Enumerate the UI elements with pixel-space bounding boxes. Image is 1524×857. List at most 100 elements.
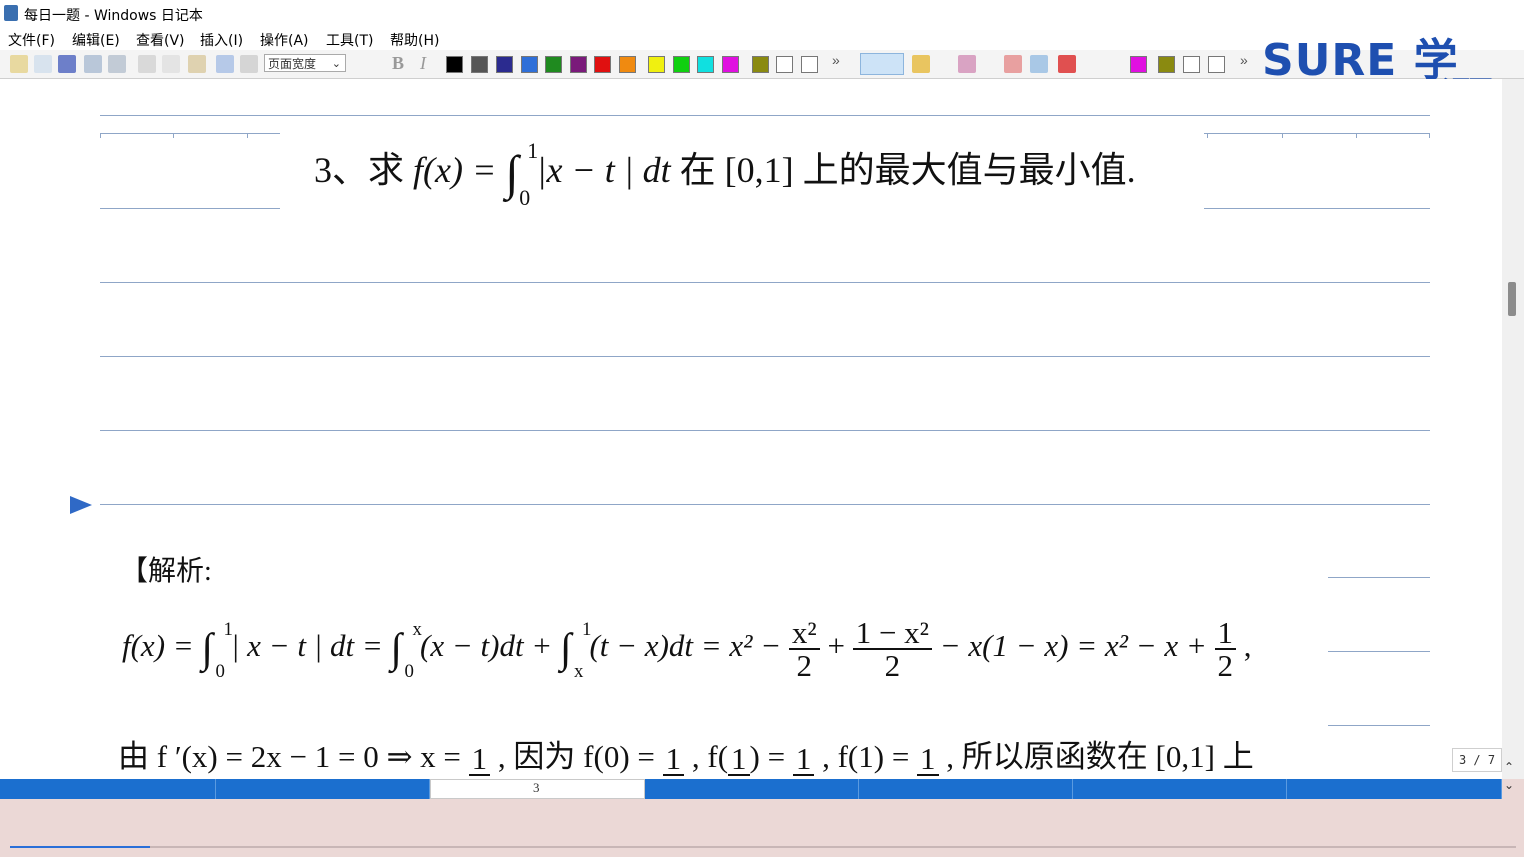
page-tab[interactable] (0, 779, 216, 799)
lasso-icon[interactable] (1004, 55, 1022, 73)
pen-color-swatch[interactable] (1208, 56, 1225, 73)
color-swatch[interactable] (673, 56, 690, 73)
fraction: x² 2 (788, 617, 820, 681)
ruled-line (100, 115, 1430, 116)
fraction: 1 − x² 2 (852, 615, 932, 681)
insert-space-icon[interactable] (1030, 55, 1048, 73)
eraser-icon[interactable] (958, 55, 976, 73)
fraction-denominator: 2 (1214, 648, 1237, 681)
pen-color-swatch[interactable] (1130, 56, 1147, 73)
ruled-tick (1429, 133, 1430, 138)
color-swatch[interactable] (776, 56, 793, 73)
chevron-down-icon: ⌄ (331, 57, 341, 70)
page-tab[interactable] (859, 779, 1073, 799)
zoom-select[interactable]: 页面宽度 ⌄ (264, 54, 346, 72)
ruled-line (1204, 208, 1430, 209)
save-icon[interactable] (58, 55, 76, 73)
pen-tool-button[interactable] (860, 53, 904, 75)
question-integrand: |x − t | dt (536, 150, 671, 190)
color-swatch[interactable] (801, 56, 818, 73)
page-tab[interactable] (1073, 779, 1287, 799)
fraction: 1 (468, 741, 491, 777)
s2-t1: 由 f ′(x) = 2x − 1 = 0 ⇒ x = (118, 739, 469, 774)
s2-t5: , f(1) = (814, 739, 918, 774)
s2-t6: , 所以原函数在 [0,1] 上 (938, 739, 1254, 774)
previous-page-icon[interactable]: ⌃ (1504, 760, 1514, 774)
integral-sign: ∫ 1 x (559, 619, 592, 683)
bold-button[interactable]: B (392, 53, 404, 74)
menu-insert[interactable]: 插入(I) (200, 30, 243, 50)
note-canvas[interactable]: 3、求 f(x) = ∫ 1 0 |x − t | dt 在 [0,1] 上的最大值与… (0, 79, 1502, 779)
color-swatch[interactable] (722, 56, 739, 73)
solution-line-1: f(x) = ∫ 1 0 | x − t | dt = ∫ x 0 (x − t)dt + … (122, 615, 1252, 683)
find-icon[interactable] (108, 55, 126, 73)
toolbar-overflow-button[interactable]: » (832, 52, 840, 68)
s2-t4: ) = (749, 739, 793, 774)
fraction-numerator: 1 (795, 741, 812, 777)
fraction-numerator: 1 (665, 741, 682, 777)
color-swatch[interactable] (446, 56, 463, 73)
ruled-tick (247, 133, 248, 138)
fraction-numerator: 1 (1217, 615, 1234, 650)
s1-int1-body: | x − t | dt = (230, 628, 391, 664)
page-tab-current[interactable]: 3 (430, 779, 645, 799)
highlighter-icon[interactable] (912, 55, 930, 73)
ruled-tick (100, 133, 101, 138)
fraction-numerator: 1 (471, 741, 488, 777)
ruled-line (1328, 577, 1430, 578)
color-swatch[interactable] (496, 56, 513, 73)
menu-edit[interactable]: 编辑(E) (72, 30, 120, 50)
pen-color-swatch[interactable] (1183, 56, 1200, 73)
menu-tools[interactable]: 工具(T) (326, 30, 373, 50)
fraction-denominator: 2 (788, 648, 820, 681)
menu-file[interactable]: 文件(F) (8, 30, 55, 50)
ruled-line (100, 282, 1430, 283)
page-tab[interactable] (216, 779, 430, 799)
color-swatch[interactable] (594, 56, 611, 73)
italic-button[interactable]: I (420, 53, 426, 74)
color-swatch[interactable] (471, 56, 488, 73)
color-swatch[interactable] (752, 56, 769, 73)
scrollbar-thumb[interactable] (1508, 282, 1516, 316)
flag-icon[interactable] (1058, 55, 1076, 73)
undo-icon[interactable] (216, 55, 234, 73)
new-note-icon[interactable] (34, 55, 52, 73)
paste-icon[interactable] (188, 55, 206, 73)
s1-lhs: f(x) = (122, 628, 202, 664)
video-progress-fill (10, 846, 150, 848)
next-page-icon[interactable]: ⌄ (1504, 778, 1514, 792)
video-progress-bar[interactable] (10, 846, 1516, 848)
new-page-icon[interactable] (10, 55, 28, 73)
color-swatch[interactable] (648, 56, 665, 73)
menu-help[interactable]: 帮助(H) (390, 30, 439, 50)
current-page-number: 3 (533, 780, 540, 795)
redo-icon[interactable] (240, 55, 258, 73)
color-swatch[interactable] (619, 56, 636, 73)
copy-icon[interactable] (162, 55, 180, 73)
color-swatch[interactable] (697, 56, 714, 73)
vertical-scrollbar[interactable] (1502, 79, 1524, 779)
print-icon[interactable] (84, 55, 102, 73)
fraction-numerator: 1 − x² (855, 615, 929, 650)
cut-icon[interactable] (138, 55, 156, 73)
window-title: 每日一题 - Windows 日记本 (24, 8, 203, 24)
page-tab[interactable] (1287, 779, 1502, 799)
s1-mid: − x(1 − x) = x² − x + (931, 628, 1215, 664)
ruled-tick (1207, 133, 1208, 138)
ruled-tick (1356, 133, 1357, 138)
color-swatch[interactable] (570, 56, 587, 73)
integral-upper: 1 (581, 619, 592, 641)
ruled-line (100, 430, 1430, 431)
color-swatch[interactable] (545, 56, 562, 73)
page-tab[interactable] (645, 779, 859, 799)
s1-int2-body: (x − t)dt + (420, 628, 560, 664)
page-indicator: 3 / 7 (1452, 748, 1502, 772)
menu-view[interactable]: 查看(V) (136, 30, 185, 50)
paragraph-flag-icon[interactable] (70, 496, 92, 514)
toolbar-overflow-button-right[interactable]: » (1240, 52, 1248, 68)
color-swatch[interactable] (521, 56, 538, 73)
question-range: 在 [0,1] 上的最大值与最小值. (679, 150, 1136, 190)
integral-upper: x (412, 619, 422, 641)
pen-color-swatch[interactable] (1158, 56, 1175, 73)
menu-action[interactable]: 操作(A) (260, 30, 309, 50)
